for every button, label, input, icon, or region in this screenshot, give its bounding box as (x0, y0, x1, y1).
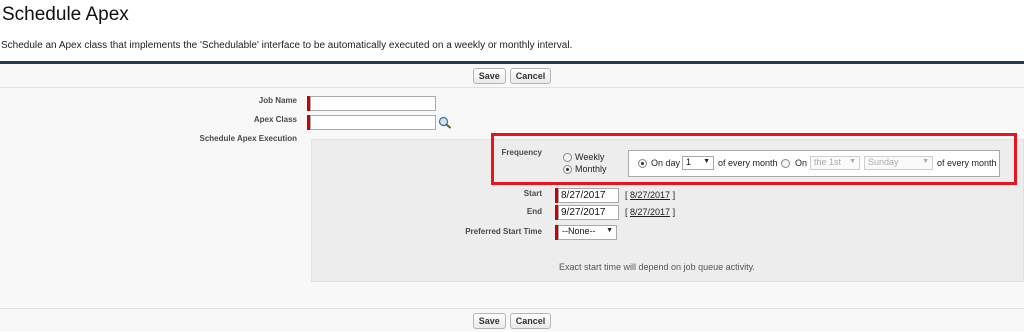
day-select[interactable]: 1 ▼ (682, 156, 714, 170)
ordinal-select-value: the 1st (814, 157, 842, 167)
cancel-button[interactable]: Cancel (509, 312, 552, 329)
bottom-button-bar: Save Cancel (0, 308, 1024, 332)
top-button-bar: Save Cancel (0, 64, 1024, 88)
end-today-link: [ 8/27/2017 ] (625, 207, 676, 217)
weekly-option-label: Weekly (575, 152, 605, 162)
start-date-link[interactable]: 8/27/2017 (630, 190, 670, 200)
monthly-radio[interactable] (563, 165, 572, 174)
day-select-value: 1 (686, 157, 692, 167)
start-date-input[interactable] (558, 188, 619, 203)
start-label: Start (523, 189, 542, 198)
page-description: Schedule an Apex class that implements t… (1, 40, 573, 51)
weekly-radio[interactable] (563, 153, 572, 162)
on-day-label: On day (651, 158, 681, 168)
of-every-month-label-2: of every month (937, 158, 997, 168)
save-button[interactable]: Save (472, 312, 506, 329)
job-name-label: Job Name (258, 96, 297, 105)
chevron-down-icon: ▼ (703, 158, 710, 165)
page-title: Schedule Apex (2, 4, 129, 25)
chevron-down-icon: ▼ (849, 158, 856, 165)
preferred-start-time-select[interactable]: --None-- ▼ (558, 225, 617, 240)
chevron-down-icon: ▼ (606, 227, 613, 234)
preferred-start-time-label: Preferred Start Time (465, 227, 542, 236)
preferred-start-time-value: --None-- (562, 226, 596, 236)
save-button[interactable]: Save (472, 67, 506, 84)
weekday-select[interactable]: Sunday ▼ (864, 156, 933, 170)
apex-class-label: Apex Class (253, 115, 297, 124)
apex-class-input[interactable] (310, 115, 436, 130)
of-every-month-label: of every month (718, 158, 778, 168)
on-label: On (795, 158, 808, 168)
job-name-input[interactable] (310, 96, 436, 111)
on-day-radio[interactable] (638, 159, 647, 168)
lookup-icon[interactable] (438, 116, 452, 129)
schedule-execution-label: Schedule Apex Execution (199, 134, 297, 143)
ordinal-select[interactable]: the 1st ▼ (810, 156, 860, 170)
weekday-select-value: Sunday (868, 157, 899, 167)
monthly-option-label: Monthly (575, 164, 607, 174)
on-ordinal-radio[interactable] (781, 159, 790, 168)
start-today-link: [ 8/27/2017 ] (625, 190, 676, 200)
end-label: End (526, 207, 542, 216)
chevron-down-icon: ▼ (922, 158, 929, 165)
end-date-input[interactable] (558, 205, 619, 220)
queue-note: Exact start time will depend on job queu… (559, 262, 755, 272)
frequency-label: Frequency (501, 148, 542, 157)
cancel-button[interactable]: Cancel (509, 67, 552, 84)
end-date-link[interactable]: 8/27/2017 (630, 207, 670, 217)
